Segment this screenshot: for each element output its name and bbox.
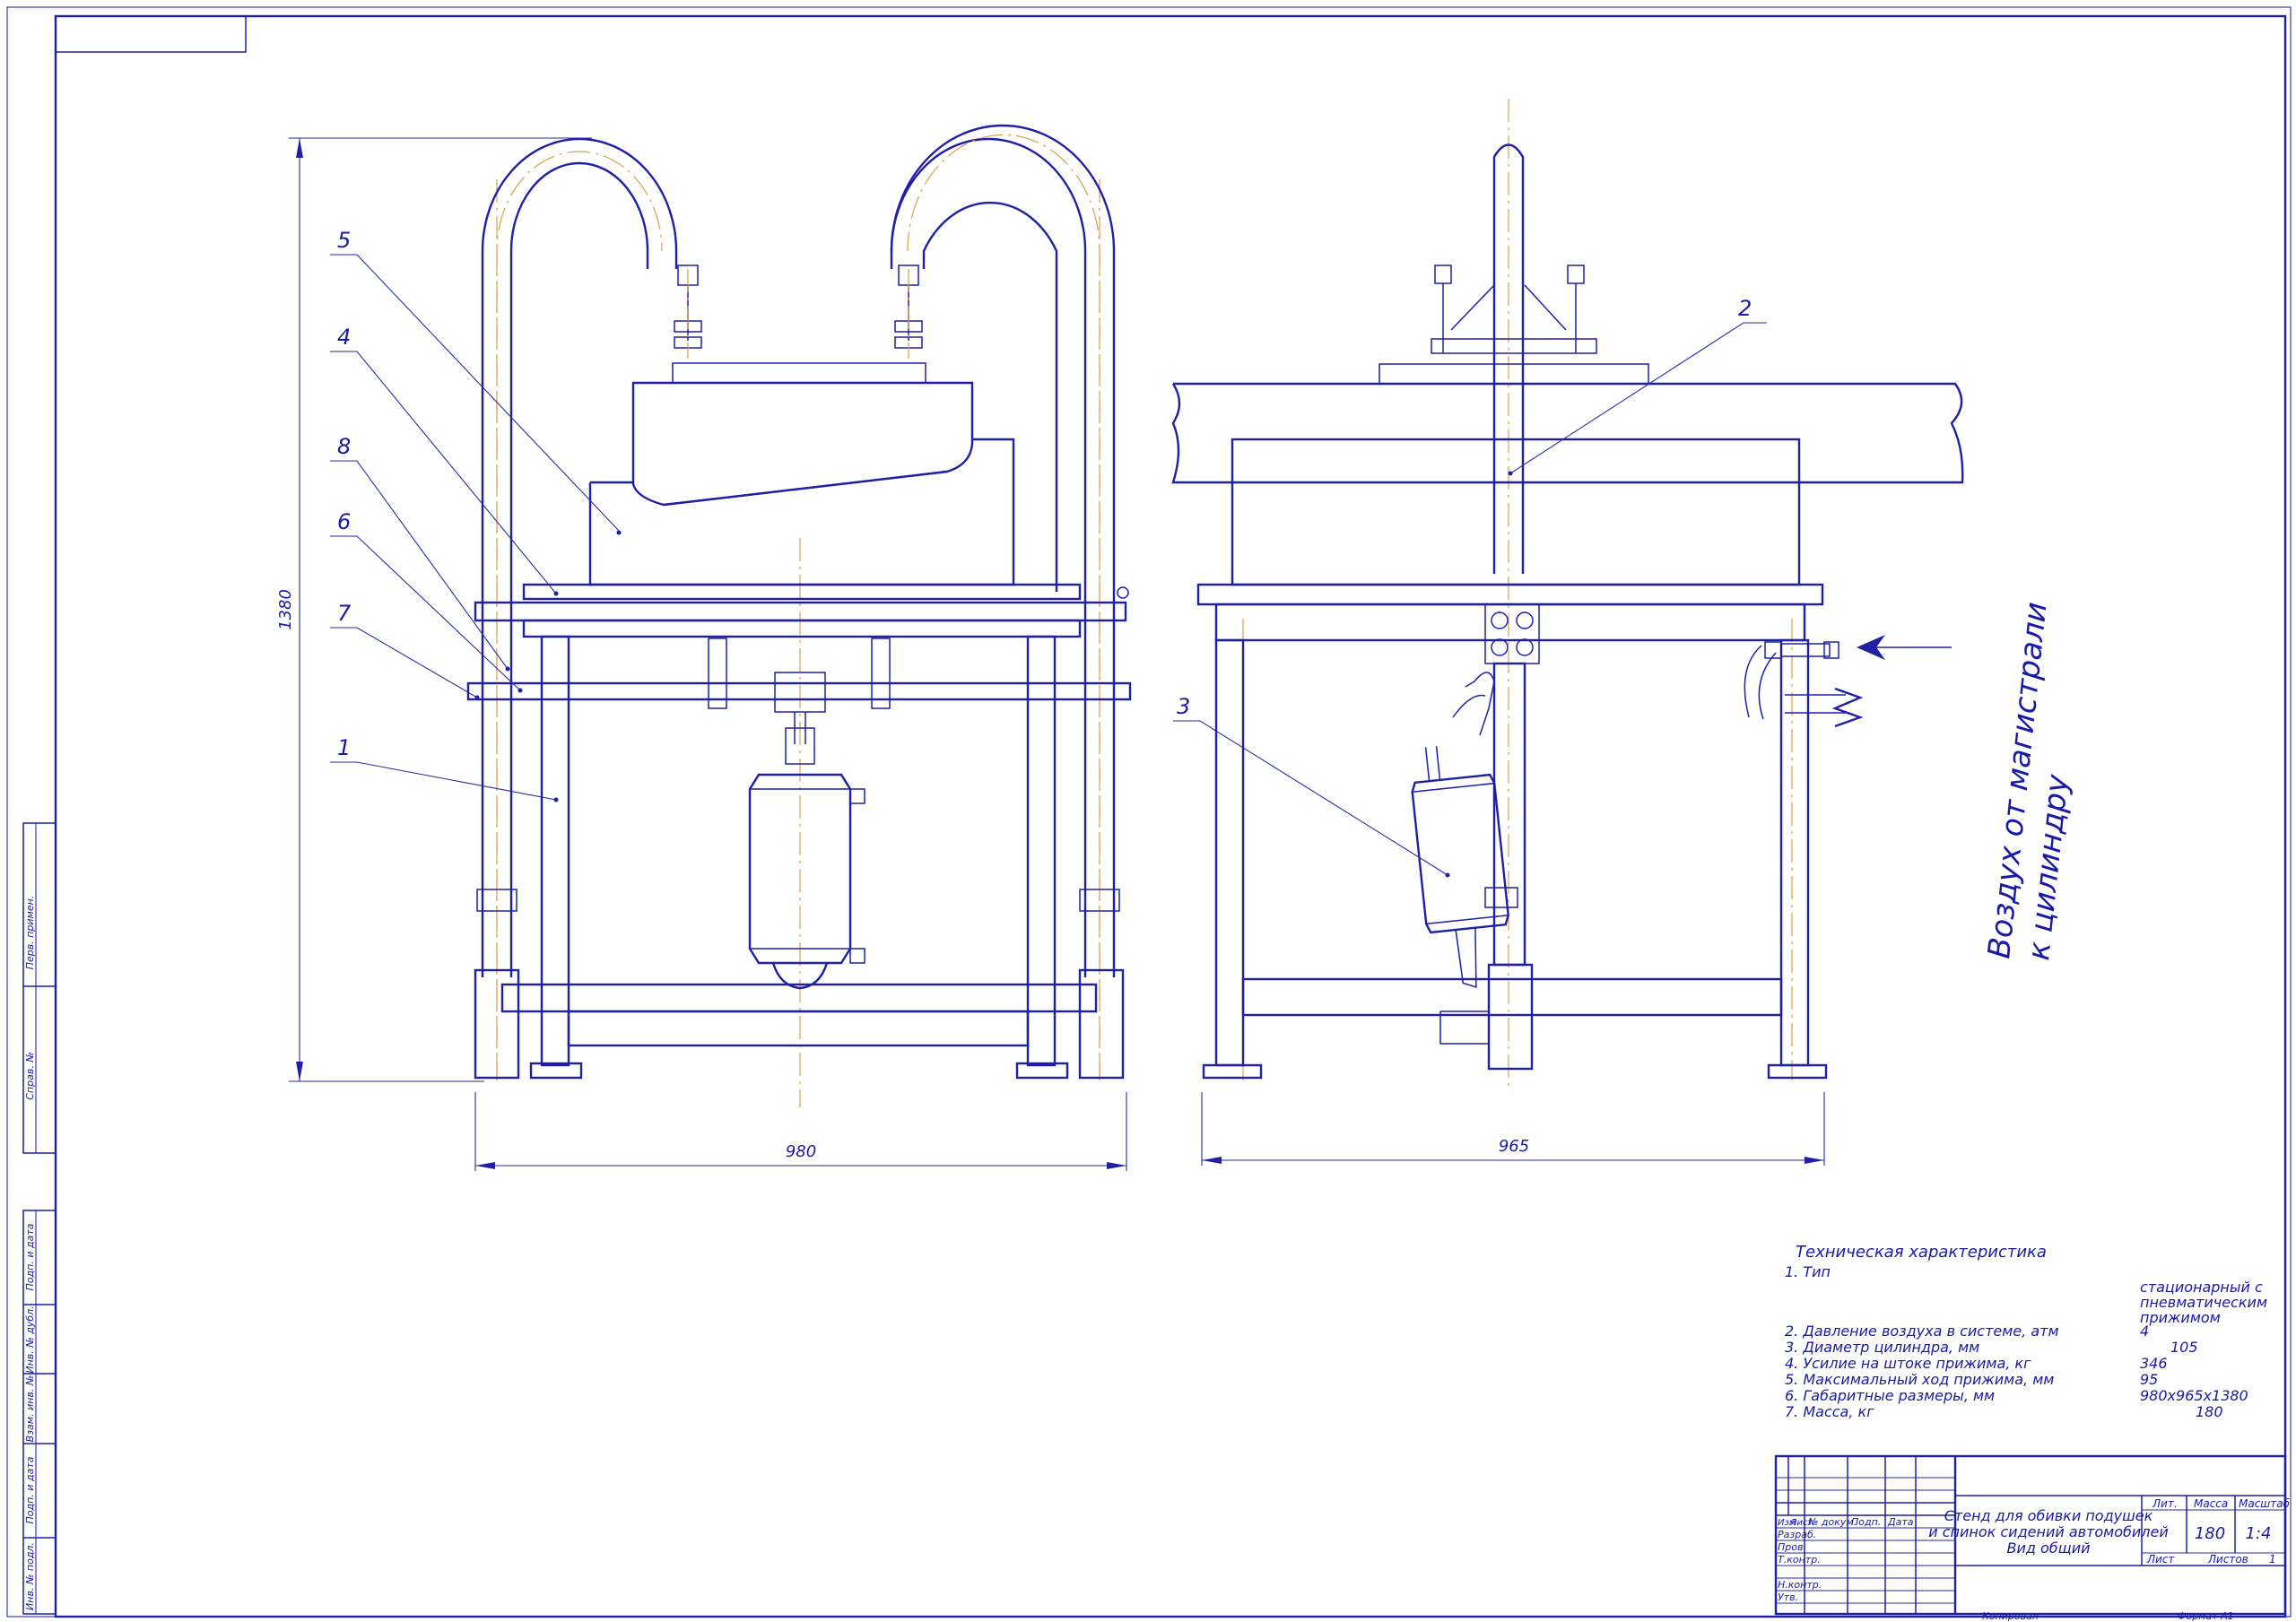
tech-characteristics: Техническая характеристика 1. Типстацион… xyxy=(1785,1243,2267,1420)
tech-row-label: 4. Усилие на штоке прижима, кг xyxy=(1785,1355,2031,1372)
tb-data: Дата xyxy=(1887,1516,1914,1528)
tb-sheets-label: Листов xyxy=(2207,1553,2248,1566)
stamp-podp2: Подп. и дата xyxy=(24,1456,36,1523)
tb-lit-label: Лит. xyxy=(2152,1497,2178,1510)
tb-utv: Утв. xyxy=(1778,1592,1798,1603)
tb-scale-value: 1:4 xyxy=(2246,1524,2272,1543)
tech-row-value: 105 xyxy=(2170,1339,2198,1356)
stamp-vzam: Взам. инв. № xyxy=(24,1375,36,1443)
tb-doc: № докум. xyxy=(1807,1516,1857,1528)
tb-format: Формат А1 xyxy=(2178,1610,2234,1622)
tech-heading: Техническая характеристика xyxy=(1796,1243,2047,1262)
stamp-sprav: Справ. № xyxy=(24,1052,36,1100)
callout-7: 7 xyxy=(337,601,352,626)
tech-rows: 1. Типстационарный спневматическимприжим… xyxy=(1785,1263,2267,1420)
stamp-perv: Перв. примен. xyxy=(24,896,36,970)
callout-1: 1 xyxy=(337,735,351,760)
front-view xyxy=(466,124,1132,1107)
tb-razrab: Разраб. xyxy=(1778,1529,1816,1540)
tb-title-line1: Стенд для обивки подушек xyxy=(1944,1507,2153,1524)
tb-tkontr: Т.контр. xyxy=(1778,1554,1821,1566)
callout-5: 5 xyxy=(337,228,351,253)
tech-row-value: 4 xyxy=(2140,1323,2149,1340)
side-view xyxy=(1171,99,1964,1089)
tech-row-label: 6. Габаритные размеры, мм xyxy=(1785,1387,1995,1404)
dim-height: 1380 xyxy=(276,589,295,630)
callout-3: 3 xyxy=(1177,694,1190,719)
callout-2: 2 xyxy=(1738,296,1752,321)
tb-title-line2: и спинок сидений автомобилей xyxy=(1928,1523,2169,1540)
tech-row-label: 2. Давление воздуха в системе, атм xyxy=(1785,1323,2059,1340)
title-block: Изм Лист № докум. Подп. Дата Разраб. Про… xyxy=(1774,1454,2291,1622)
tech-row-value: прижимом xyxy=(2140,1309,2221,1326)
tech-row-value: 180 xyxy=(2196,1403,2223,1420)
tb-sheet-label: Лист xyxy=(2146,1553,2175,1566)
tb-nkontr: Н.контр. xyxy=(1778,1579,1822,1591)
tb-mass-label: Масса xyxy=(2194,1497,2228,1510)
callout-8: 8 xyxy=(337,434,351,459)
stamp-inv-dubl: Инв. № дубл. xyxy=(24,1305,36,1373)
tech-row-value: 95 xyxy=(2140,1371,2158,1388)
tb-title-line3: Вид общий xyxy=(2006,1540,2090,1557)
tech-row-label: 5. Максимальный ход прижима, мм xyxy=(1785,1371,2054,1388)
tb-podp: Подп. xyxy=(1851,1516,1881,1528)
callouts: 5 4 8 6 7 1 2 3 xyxy=(330,228,1767,878)
tb-prov: Пров. xyxy=(1778,1541,1806,1553)
tech-row-label: 1. Тип xyxy=(1785,1263,1831,1280)
tech-row-value: 980x965x1380 xyxy=(2140,1387,2248,1404)
callout-4: 4 xyxy=(337,325,351,350)
tech-row-value: 346 xyxy=(2140,1355,2168,1372)
tech-row-label: 3. Диаметр цилиндра, мм xyxy=(1785,1339,1979,1356)
dim-width-side: 965 xyxy=(1499,1137,1529,1156)
dim-width-front: 980 xyxy=(786,1142,816,1161)
tb-sheets-value: 1 xyxy=(2269,1553,2276,1566)
side-stamp: Перв. примен. Справ. № Подп. и дата Инв.… xyxy=(22,822,57,1615)
tb-scale-label: Масштаб xyxy=(2239,1497,2291,1510)
callout-6: 6 xyxy=(337,509,351,534)
technical-drawing-sheet: Перв. примен. Справ. № Подп. и дата Инв.… xyxy=(6,6,2292,1622)
tb-mass-value: 180 xyxy=(2195,1524,2225,1543)
tech-row-label: 7. Масса, кг xyxy=(1785,1403,1874,1420)
stamp-podp1: Подп. и дата xyxy=(24,1223,36,1290)
stamp-inv-podl: Инв. № подл. xyxy=(24,1542,36,1610)
air-note: Воздух от магистрали к цилиндру xyxy=(1981,601,2076,962)
tb-copied: Копировал xyxy=(1982,1610,2039,1622)
